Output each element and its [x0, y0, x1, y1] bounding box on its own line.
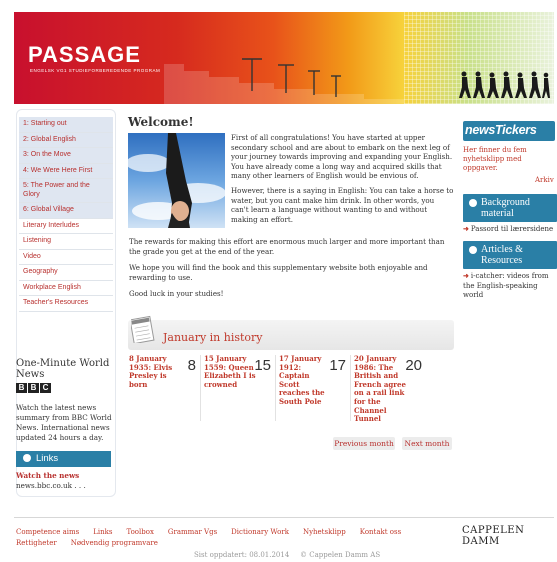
day-number: 8	[187, 357, 196, 374]
footer-link[interactable]: Nyhetsklipp	[303, 528, 346, 536]
sidebar-item-teachers-resources[interactable]: Teacher's Resources	[19, 296, 113, 312]
newstickers-label: newsTickers	[465, 123, 537, 137]
day-number: 15	[254, 357, 271, 374]
bbc-url-link[interactable]: news.bbc.co.uk . . .	[16, 481, 86, 490]
passage-logo[interactable]: PASSAGE	[28, 42, 141, 68]
calendar-icon	[131, 315, 155, 343]
sidebar-item-workplace-english[interactable]: Workplace English	[19, 281, 113, 296]
bullet-icon	[469, 199, 477, 207]
bbc-news-title[interactable]: One-Minute World News	[16, 358, 116, 380]
history-day-card[interactable]: 8 January 1935: Elvis Presley is born 8	[129, 354, 201, 421]
body-paragraph: The rewards for making this effort are e…	[129, 237, 445, 256]
footer-nav: Competence aims Links Toolbox Grammar Vgs Di…	[16, 527, 446, 549]
footer-link[interactable]: Links	[93, 528, 112, 536]
links-header: Links	[16, 451, 111, 467]
bbc-description: Watch the latest news summary from BBC W…	[16, 403, 112, 442]
site-header: PASSAGE ENGELSK VG1 STUDIEFORBEREDENDE P…	[14, 12, 554, 104]
body-paragraph: We hope you will find the book and this …	[129, 263, 428, 282]
sidebar-item-listening[interactable]: Listening	[19, 234, 113, 250]
history-event[interactable]: 17 January 1912: Captain Scott reaches t…	[279, 354, 331, 407]
footer-link[interactable]: Rettigheter	[16, 539, 57, 547]
footer-divider	[14, 517, 554, 518]
sidebar-item-geography[interactable]: Geography	[19, 265, 113, 281]
newstickers-text[interactable]: Her finner du fem nyhetsklipp med oppgav…	[463, 146, 553, 173]
page-title: Welcome!	[128, 115, 194, 129]
history-event[interactable]: 20 January 1986: The British and French …	[354, 354, 409, 424]
history-day-card[interactable]: 15 January 1559: Queen Elizabeth I is cr…	[204, 354, 276, 421]
header-steps-graphic	[164, 58, 404, 104]
bbc-logo[interactable]: B B C	[16, 383, 51, 393]
previous-month-button[interactable]: Previous month	[333, 437, 395, 450]
articles-resources-label: Articles & Resources	[481, 244, 523, 266]
day-number: 20	[405, 357, 422, 374]
bullet-icon	[23, 454, 31, 462]
walking-people-silhouette	[459, 71, 550, 98]
footer-link[interactable]: Nødvendig programvare	[71, 539, 158, 547]
icatcher-link[interactable]: ➜ i-catcher: videos from the English-spea…	[463, 271, 557, 301]
footer-link[interactable]: Competence aims	[16, 528, 79, 536]
sidebar-item-literary-interludes[interactable]: Literary Interludes	[19, 219, 113, 234]
bbc-logo-letter: B	[28, 383, 39, 393]
history-day-card[interactable]: 17 January 1912: Captain Scott reaches t…	[279, 354, 351, 421]
newstickers-logo[interactable]: newsTickers	[463, 121, 555, 141]
sidebar-item-we-were-here-first[interactable]: 4: We Were Here First	[19, 163, 113, 179]
history-day-card[interactable]: 20 January 1986: The British and French …	[354, 354, 426, 424]
welcome-intro: First of all congratulations! You have s…	[231, 133, 454, 229]
footer-link[interactable]: Toolbox	[126, 528, 153, 536]
intro-paragraph: However, there is a saying in English: Y…	[231, 185, 454, 224]
teacher-password-link[interactable]: ➜ Passord til lærersidene	[463, 224, 557, 235]
background-material-label: Background material	[481, 197, 530, 219]
bbc-logo-letter: C	[40, 383, 51, 393]
history-title: January in history	[163, 331, 263, 344]
background-material-button[interactable]: Background material	[463, 194, 557, 222]
sidebar-nav: 1: Starting out 2: Global English 3: On …	[19, 117, 113, 312]
last-updated: Sist oppdatert: 08.01.2014	[194, 551, 290, 559]
archive-link[interactable]: Arkiv	[535, 176, 554, 184]
footer-link[interactable]: Kontakt oss	[360, 528, 401, 536]
day-number: 17	[329, 357, 346, 374]
arrow-right-icon: ➜	[463, 224, 469, 233]
watch-news-link[interactable]: Watch the news	[16, 471, 79, 480]
footer-link[interactable]: Grammar Vgs	[168, 528, 217, 536]
bullet-icon	[469, 246, 477, 254]
next-month-button[interactable]: Next month	[402, 437, 452, 450]
teacher-password-label: Passord til lærersidene	[470, 225, 554, 233]
welcome-photo	[128, 133, 225, 228]
sidebar-item-global-english[interactable]: 2: Global English	[19, 132, 113, 148]
icatcher-label: i-catcher: videos from the English-speak…	[463, 272, 549, 299]
sidebar-item-on-the-move[interactable]: 3: On the Move	[19, 148, 113, 164]
footer-link[interactable]: Dictionary Work	[231, 528, 289, 536]
arrow-right-icon: ➜	[463, 271, 469, 280]
bbc-logo-letter: B	[16, 383, 27, 393]
sidebar-item-global-village[interactable]: 6: Global Village	[19, 203, 113, 219]
links-label: Links	[36, 453, 59, 464]
sidebar-item-starting-out[interactable]: 1: Starting out	[19, 117, 113, 133]
sidebar-item-power-and-glory[interactable]: 5: The Power and the Glory	[19, 179, 113, 203]
cappelen-damm-logo[interactable]: CAPPELEN DAMM	[462, 525, 557, 547]
logo-subtitle: ENGELSK VG1 STUDIEFORBEREDENDE PROGRAM	[30, 68, 161, 73]
body-paragraph: Good luck in your studies!	[129, 289, 224, 298]
intro-paragraph: First of all congratulations! You have s…	[231, 133, 453, 181]
history-event[interactable]: 15 January 1559: Queen Elizabeth I is cr…	[204, 354, 256, 389]
copyright: © Cappelen Damm AS	[300, 551, 381, 559]
sidebar-item-video[interactable]: Video	[19, 250, 113, 265]
articles-resources-button[interactable]: Articles & Resources	[463, 241, 557, 269]
history-event[interactable]: 8 January 1935: Elvis Presley is born	[129, 354, 181, 389]
